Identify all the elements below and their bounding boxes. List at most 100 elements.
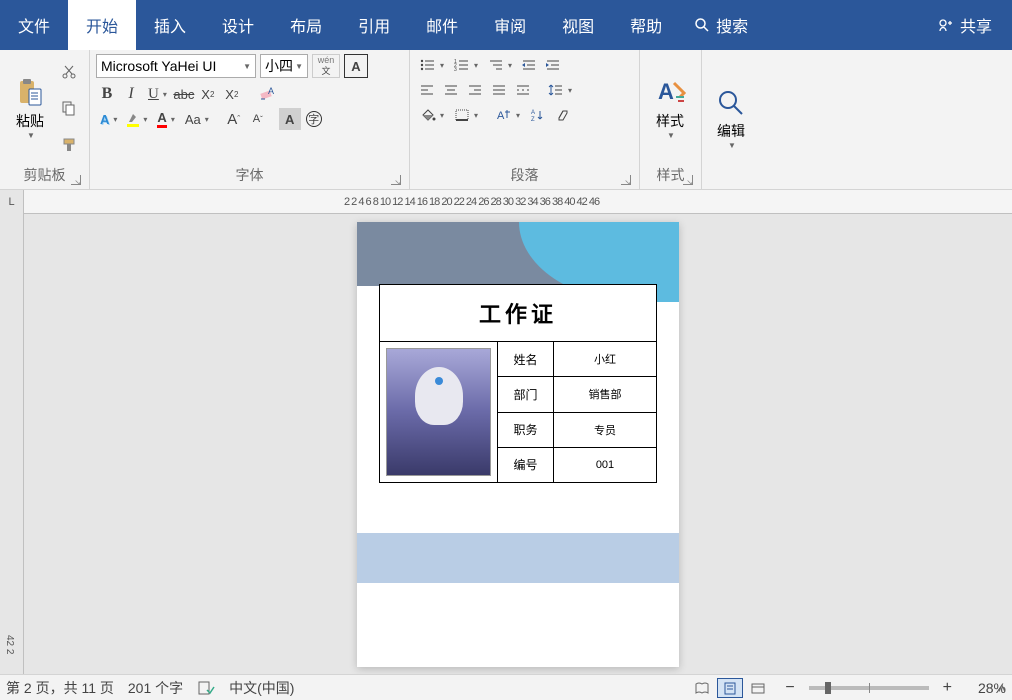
field-value[interactable]: 小红 [554,342,656,376]
editing-label: 编辑 [717,121,745,141]
zoom-thumb[interactable] [825,682,831,694]
card-photo[interactable] [386,348,491,476]
card-title[interactable]: 工作证 [380,285,656,342]
highlight-button[interactable]: ▾ [123,108,151,130]
pilcrow-icon [556,108,570,122]
tab-design[interactable]: 设计 [204,0,272,50]
strikethrough-button[interactable]: abc [173,83,195,105]
tab-insert[interactable]: 插入 [136,0,204,50]
field-label[interactable]: 部门 [498,377,554,411]
field-label[interactable]: 职务 [498,413,554,447]
ruler-corner[interactable]: L [0,190,24,214]
char-shading-button[interactable]: A [279,108,301,130]
cut-button[interactable] [58,61,80,83]
font-name-select[interactable]: Microsoft YaHei UI▼ [96,54,256,78]
view-print-button[interactable] [717,678,743,698]
sort-button[interactable]: AZ [526,104,550,126]
svg-text:3: 3 [454,67,457,72]
clipboard-dialog-launcher[interactable] [71,175,81,185]
svg-text:A: A [658,79,674,104]
font-dialog-launcher[interactable] [391,175,401,185]
clipboard-group-label: 剪贴板 [6,163,83,187]
subscript-button[interactable]: X2 [197,83,219,105]
field-label[interactable]: 编号 [498,448,554,482]
field-row[interactable]: 部门 销售部 [498,377,656,412]
field-value[interactable]: 销售部 [554,377,656,411]
asian-layout-button[interactable]: A▾ [492,104,524,126]
tab-mailings[interactable]: 邮件 [408,0,476,50]
editing-button[interactable]: 编辑 ▼ [708,54,754,183]
view-read-button[interactable] [689,678,715,698]
enclose-char-button[interactable]: 字 [303,108,325,130]
tab-view[interactable]: 视图 [544,0,612,50]
font-color-button[interactable]: A▾ [153,108,178,130]
search-box[interactable]: 搜索 [680,0,762,50]
shading-button[interactable]: ▾ [416,104,448,126]
multilevel-button[interactable]: ▾ [484,54,516,76]
text-effects-button[interactable]: A▾ [96,108,121,130]
field-value[interactable]: 专员 [554,413,656,447]
status-spellcheck[interactable] [197,680,215,696]
tab-review[interactable]: 审阅 [476,0,544,50]
shrink-font-button[interactable]: Aˇ [247,108,269,130]
tab-layout[interactable]: 布局 [272,0,340,50]
field-value[interactable]: 001 [554,448,656,482]
styles-dialog-launcher[interactable] [683,175,693,185]
underline-button[interactable]: U▾ [144,83,171,105]
zoom-slider[interactable] [809,686,929,690]
zoom-out-button[interactable]: − [785,679,794,697]
collapse-ribbon-button[interactable]: ˄ [998,680,1006,696]
paste-button[interactable]: 粘贴 ▼ [6,54,54,163]
change-case-button[interactable]: Aa▾ [181,108,213,130]
borders-button[interactable]: ▾ [450,104,482,126]
bold-button[interactable]: B [96,83,118,105]
align-right-button[interactable] [464,79,486,101]
field-row[interactable]: 编号 001 [498,448,656,482]
indent-increase-button[interactable] [542,54,564,76]
tab-file[interactable]: 文件 [0,0,68,50]
field-row[interactable]: 职务 专员 [498,413,656,448]
status-page[interactable]: 第 2 页，共 11 页 [6,678,114,698]
italic-button[interactable]: I [120,83,142,105]
show-marks-button[interactable] [552,104,574,126]
vertical-ruler[interactable]: 42 2 [0,214,24,674]
bullets-button[interactable]: ▾ [416,54,448,76]
align-left-button[interactable] [416,79,438,101]
field-label[interactable]: 姓名 [498,342,554,376]
phonetic-guide-button[interactable]: wén 文 [312,54,340,78]
grow-font-button[interactable]: Aˆ [223,108,245,130]
read-mode-icon [694,681,710,695]
status-words[interactable]: 201 个字 [128,678,183,698]
horizontal-ruler[interactable]: L 2 2 4 6 8 10 12 14 16 18 20 22 24 26 2… [0,190,1012,214]
align-distribute-button[interactable] [512,79,534,101]
paragraph-dialog-launcher[interactable] [621,175,631,185]
tab-help[interactable]: 帮助 [612,0,680,50]
paste-label: 粘贴 [16,111,44,131]
field-row[interactable]: 姓名 小红 [498,342,656,377]
find-icon [715,87,747,119]
document-area[interactable]: 工作证 姓名 小红 部门 销售部 [24,214,1012,674]
tab-home[interactable]: 开始 [68,0,136,50]
view-web-button[interactable] [745,678,771,698]
clear-format-button[interactable]: A [257,83,279,105]
page[interactable]: 工作证 姓名 小红 部门 销售部 [357,222,679,667]
format-painter-button[interactable] [58,134,80,156]
share-button[interactable]: 共享 [916,0,1012,50]
copy-button[interactable] [58,97,80,119]
align-justify-button[interactable] [488,79,510,101]
align-center-button[interactable] [440,79,462,101]
numbering-button[interactable]: 123▾ [450,54,482,76]
char-border-button[interactable]: A [344,54,368,78]
asian-layout-icon: A [496,108,512,122]
styles-button[interactable]: A 样式 ▼ [646,54,694,163]
indent-decrease-button[interactable] [518,54,540,76]
font-size-select[interactable]: 小四▼ [260,54,308,78]
card-photo-cell[interactable] [380,342,498,482]
font-group-label: 字体 [96,163,403,187]
zoom-in-button[interactable]: + [943,679,952,697]
line-spacing-button[interactable]: ▾ [544,79,576,101]
status-language[interactable]: 中文(中国) [229,678,294,698]
superscript-button[interactable]: X2 [221,83,243,105]
tab-references[interactable]: 引用 [340,0,408,50]
work-card[interactable]: 工作证 姓名 小红 部门 销售部 [379,284,657,483]
